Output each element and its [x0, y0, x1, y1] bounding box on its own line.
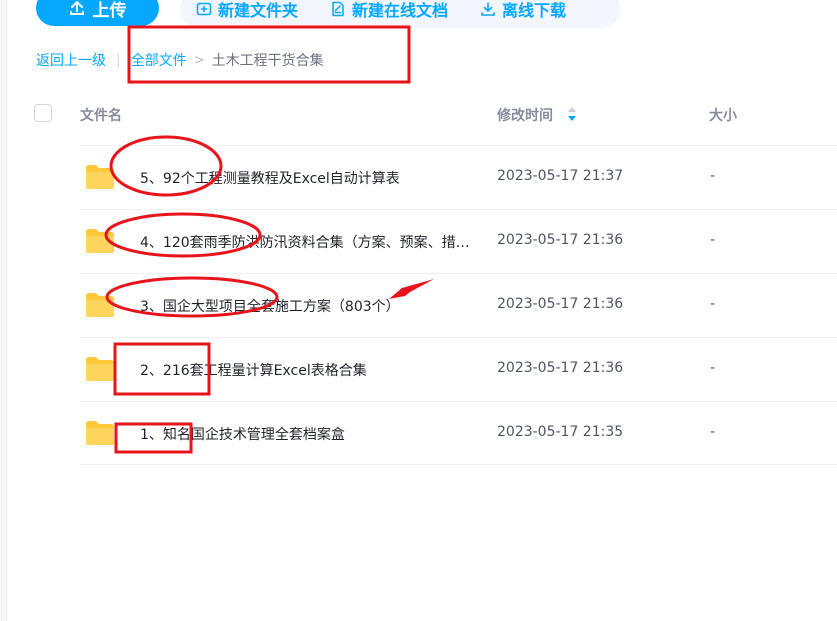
header-name: 文件名: [80, 108, 122, 124]
folder-icon: [86, 229, 114, 253]
file-size: -: [710, 360, 716, 376]
header-size: 大小: [709, 108, 737, 124]
download-icon: [481, 2, 495, 16]
modified-time: 2023-05-17 21:35: [497, 424, 624, 440]
table-row[interactable]: 5、92个工程测量教程及Excel自动计算表 2023-05-17 21:37 …: [80, 145, 837, 209]
chevron-right-icon: >: [193, 52, 205, 68]
back-link[interactable]: 返回上一级: [36, 50, 106, 70]
modified-time: 2023-05-17 21:36: [497, 296, 624, 312]
header-modified[interactable]: 修改时间: [497, 105, 553, 125]
upload-button[interactable]: 上传: [36, 0, 159, 26]
new-folder-button[interactable]: 新建文件夹: [180, 0, 314, 28]
table-row[interactable]: 3、国企大型项目全套施工方案（803个） 2023-05-17 21:36 -: [80, 273, 837, 337]
table-row[interactable]: 4、120套雨季防洪防汛资料合集（方案、预案、措施） 2023-05-17 21…: [80, 209, 837, 273]
modified-time: 2023-05-17 21:36: [497, 232, 624, 248]
file-name[interactable]: 2、216套工程量计算Excel表格合集: [140, 360, 470, 380]
toolbar-group: 新建文件夹 新建在线文档 离线下载: [180, 0, 620, 28]
table-row[interactable]: 2、216套工程量计算Excel表格合集 2023-05-17 21:36 -: [80, 337, 837, 401]
file-size: -: [710, 424, 716, 440]
file-size: -: [710, 168, 716, 184]
breadcrumb: 返回上一级 | 全部文件 > 土木工程干货合集: [36, 51, 324, 69]
folder-icon: [86, 165, 114, 189]
file-name[interactable]: 1、知名国企技术管理全套档案盒: [140, 424, 470, 444]
select-all-checkbox[interactable]: [34, 104, 52, 122]
left-panel-edge: [0, 0, 7, 621]
upload-label: 上传: [92, 0, 127, 21]
modified-time: 2023-05-17 21:37: [497, 168, 624, 184]
folder-icon: [86, 421, 114, 445]
folder-icon: [86, 357, 114, 381]
new-folder-label: 新建文件夹: [218, 1, 299, 20]
file-name[interactable]: 5、92个工程测量教程及Excel自动计算表: [140, 168, 470, 188]
new-online-doc-button[interactable]: 新建在线文档: [314, 0, 464, 28]
table-row[interactable]: 1、知名国企技术管理全套档案盒 2023-05-17 21:35 -: [80, 401, 837, 465]
offline-download-label: 离线下载: [502, 1, 567, 20]
sort-icon[interactable]: [567, 105, 577, 123]
folder-plus-icon: [196, 2, 212, 16]
file-name[interactable]: 3、国企大型项目全套施工方案（803个）: [140, 296, 470, 316]
modified-time: 2023-05-17 21:36: [497, 360, 624, 376]
current-folder: 土木工程干货合集: [211, 53, 324, 69]
file-size: -: [710, 232, 716, 248]
offline-download-button[interactable]: 离线下载: [464, 0, 582, 28]
file-name[interactable]: 4、120套雨季防洪防汛资料合集（方案、预案、措施）: [140, 232, 470, 252]
all-files-link[interactable]: 全部文件: [131, 50, 187, 70]
table-header: 文件名 修改时间 大小: [0, 100, 837, 128]
new-online-doc-label: 新建在线文档: [352, 1, 449, 20]
document-edit-icon: [332, 1, 344, 17]
breadcrumb-divider: |: [116, 52, 121, 68]
file-size: -: [710, 296, 716, 312]
folder-icon: [86, 293, 114, 317]
upload-icon: [69, 1, 84, 15]
